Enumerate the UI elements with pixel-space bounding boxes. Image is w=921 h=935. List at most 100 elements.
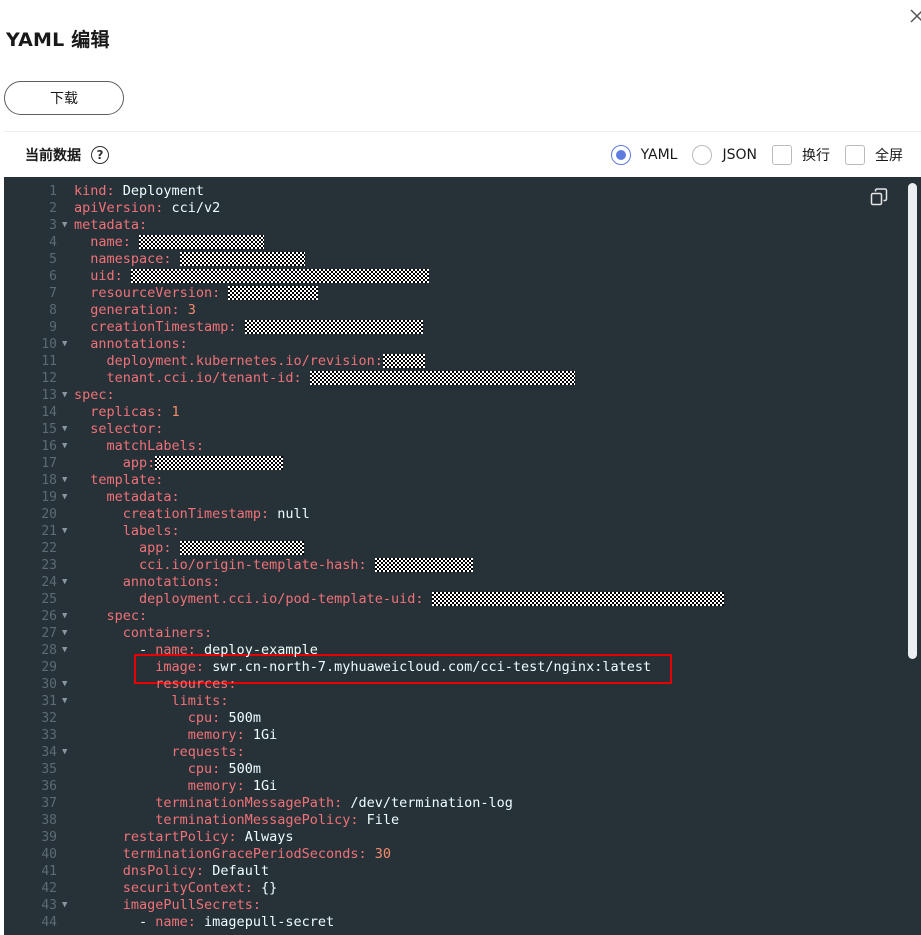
line-number: 30	[41, 677, 57, 692]
line-number: 27	[41, 626, 57, 641]
code-line: 23 cci.io/origin-template-hash:	[4, 557, 904, 574]
yaml-key: matchLabels:	[106, 438, 205, 454]
fold-arrow-icon[interactable]: ▼	[62, 744, 67, 761]
option-json[interactable]: JSON	[692, 145, 757, 165]
code-text: requests:	[74, 744, 245, 761]
yaml-value: swr.cn-north-7.myhuaweicloud.com/cci-tes…	[204, 659, 652, 675]
line-number: 2	[49, 201, 57, 216]
option-换行[interactable]: 换行	[772, 145, 830, 165]
code-text: app:	[74, 455, 284, 472]
code-line: 1 kind: Deployment	[4, 183, 904, 200]
yaml-key: resourceVersion:	[90, 285, 221, 301]
code-text: matchLabels:	[74, 438, 205, 455]
fold-arrow-icon[interactable]: ▼	[62, 693, 67, 710]
help-icon[interactable]: ?	[91, 145, 109, 164]
code-text: deployment.kubernetes.io/revision:	[74, 353, 425, 370]
fold-arrow-icon[interactable]: ▼	[62, 676, 67, 693]
code-text: template:	[74, 472, 163, 489]
code-text: terminationMessagePath: /dev/termination…	[74, 795, 513, 812]
yaml-code-editor[interactable]: 1 kind: Deployment 2 apiVersion: cci/v2 3 ▼ me…	[4, 177, 921, 935]
fold-arrow-icon[interactable]: ▼	[62, 387, 67, 404]
yaml-value	[172, 251, 180, 267]
fold-arrow-icon[interactable]: ▼	[62, 421, 67, 438]
yaml-key: spec:	[74, 387, 115, 403]
fold-arrow-icon[interactable]: ▼	[62, 489, 67, 506]
code-line: 33 memory: 1Gi	[4, 727, 904, 744]
code-line: 40 terminationGracePeriodSeconds: 30	[4, 846, 904, 863]
code-line: 8 generation: 3	[4, 302, 904, 319]
code-line: 19 ▼ metadata:	[4, 489, 904, 506]
yaml-key: deployment.kubernetes.io/revision:	[106, 353, 383, 369]
radio-button[interactable]	[610, 145, 631, 165]
code-text: memory: 1Gi	[74, 778, 277, 795]
checkbox[interactable]	[772, 145, 792, 165]
yaml-value: {}	[252, 880, 278, 896]
code-line: 44 - name: imagepull-secret	[4, 914, 904, 931]
fold-arrow-icon[interactable]: ▼	[62, 574, 67, 591]
line-number: 1	[49, 184, 57, 199]
yaml-key: cci.io/origin-template-hash:	[139, 557, 367, 573]
code-text: labels:	[74, 523, 180, 540]
yaml-key: name:	[155, 914, 196, 930]
fold-arrow-icon[interactable]: ▼	[62, 472, 67, 489]
yaml-value: 500m	[220, 761, 261, 777]
yaml-key: app:	[139, 540, 172, 556]
fold-arrow-icon[interactable]: ▼	[62, 336, 67, 353]
yaml-value: 500m	[220, 710, 261, 726]
line-number: 37	[41, 796, 57, 811]
code-line: 17 app:	[4, 455, 904, 472]
code-text: terminationMessagePolicy: File	[74, 812, 399, 829]
code-line: 32 cpu: 500m	[4, 710, 904, 727]
yaml-value: deploy-example	[195, 642, 318, 658]
yaml-key: requests:	[171, 744, 245, 760]
yaml-number: 1	[163, 404, 180, 420]
option-label: YAML	[640, 147, 678, 163]
code-line: 37 terminationMessagePath: /dev/terminat…	[4, 795, 904, 812]
code-line: 2 apiVersion: cci/v2	[4, 200, 904, 217]
yaml-value: cci/v2	[163, 200, 221, 216]
code-text: resources:	[74, 676, 236, 693]
code-text: app:	[74, 540, 304, 557]
code-line: 5 namespace:	[4, 251, 904, 268]
code-text: creationTimestamp:	[74, 319, 423, 336]
radio-button[interactable]	[692, 145, 713, 165]
line-number: 24	[41, 575, 57, 590]
fold-arrow-icon[interactable]: ▼	[62, 438, 67, 455]
code-text: metadata:	[74, 489, 180, 506]
yaml-key: labels:	[122, 523, 180, 539]
redacted-value	[155, 456, 284, 470]
fold-arrow-icon[interactable]: ▼	[62, 217, 67, 234]
fold-arrow-icon[interactable]: ▼	[62, 625, 67, 642]
close-icon[interactable]	[907, 6, 921, 26]
code-text: creationTimestamp: null	[74, 506, 310, 523]
line-number: 36	[41, 779, 57, 794]
line-number: 41	[41, 864, 57, 879]
yaml-value	[302, 370, 310, 386]
fold-arrow-icon[interactable]: ▼	[62, 523, 67, 540]
code-text: resourceVersion:	[74, 285, 319, 302]
code-line: 3 ▼ metadata:	[4, 217, 904, 234]
checkbox[interactable]	[845, 145, 865, 165]
fold-arrow-icon[interactable]: ▼	[62, 897, 67, 914]
code-text: annotations:	[74, 336, 188, 353]
editor-scrollbar[interactable]	[908, 183, 917, 659]
fold-arrow-icon[interactable]: ▼	[62, 608, 67, 625]
option-yaml[interactable]: YAML	[610, 145, 678, 165]
code-line: 38 terminationMessagePolicy: File	[4, 812, 904, 829]
line-number: 35	[41, 762, 57, 777]
redacted-value	[228, 286, 319, 300]
yaml-key: memory:	[187, 778, 245, 794]
option-全屏[interactable]: 全屏	[845, 145, 903, 165]
fold-arrow-icon[interactable]: ▼	[62, 642, 67, 659]
download-button[interactable]: 下载	[4, 81, 124, 115]
